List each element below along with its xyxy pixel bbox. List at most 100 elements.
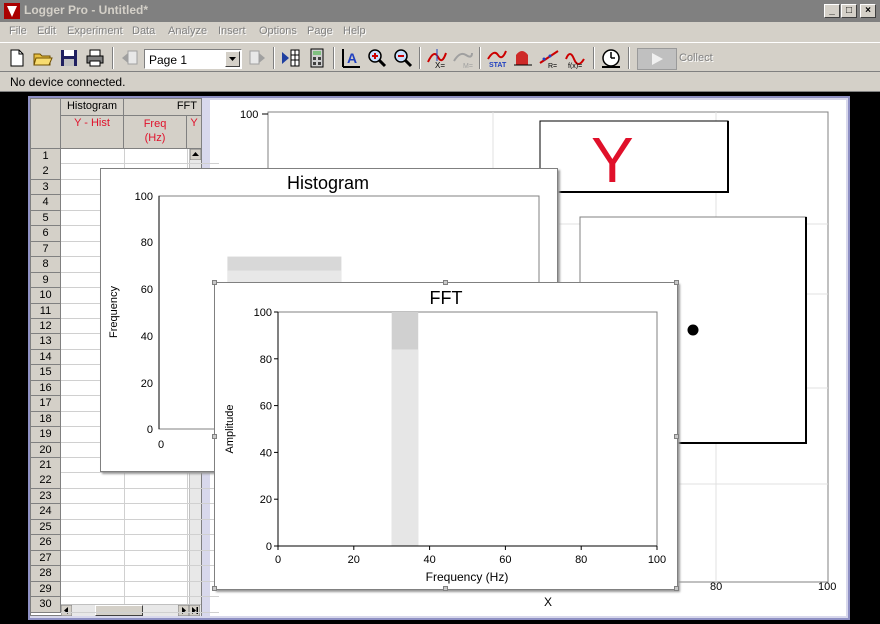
maximize-button[interactable]: □ xyxy=(841,4,857,18)
row-header[interactable]: 18 xyxy=(31,411,61,428)
row-header[interactable]: 2 xyxy=(31,164,61,180)
row-header[interactable]: 21 xyxy=(31,458,61,474)
row-header[interactable]: 4 xyxy=(31,195,61,211)
row-header[interactable]: 20 xyxy=(31,442,61,459)
row-header[interactable]: 19 xyxy=(31,427,61,443)
row-header[interactable]: 5 xyxy=(31,210,61,227)
row-header[interactable]: 16 xyxy=(31,380,61,397)
resize-handle[interactable] xyxy=(212,434,217,439)
row-header[interactable]: 8 xyxy=(31,257,61,273)
menu-insert[interactable]: Insert xyxy=(218,25,246,37)
svg-text:R=: R= xyxy=(548,63,557,69)
scroll-left-icon[interactable] xyxy=(61,605,72,616)
histogram-y-tick-60: 60 xyxy=(141,284,153,296)
chevron-down-icon[interactable] xyxy=(225,51,240,67)
scroll-right-icon[interactable] xyxy=(178,605,189,616)
menu-data[interactable]: Data xyxy=(132,25,155,37)
table-grid-line xyxy=(61,487,219,489)
resize-handle[interactable] xyxy=(443,280,448,285)
row-header[interactable]: 15 xyxy=(31,365,61,381)
toolbar-separator xyxy=(479,47,481,69)
next-page-icon[interactable] xyxy=(246,47,268,69)
menu-file[interactable]: File xyxy=(9,25,27,37)
row-header[interactable]: 10 xyxy=(31,288,61,304)
row-header[interactable]: 12 xyxy=(31,318,61,335)
previous-page-icon[interactable] xyxy=(119,47,141,69)
main-graph-data-point[interactable] xyxy=(687,324,699,336)
resize-handle[interactable] xyxy=(212,586,217,591)
new-file-icon[interactable] xyxy=(6,47,28,69)
svg-text:STAT: STAT xyxy=(489,62,507,69)
resize-handle[interactable] xyxy=(674,434,679,439)
save-disk-icon[interactable] xyxy=(58,47,80,69)
scroll-end-icon[interactable] xyxy=(189,605,200,616)
linear-fit-icon[interactable]: R= xyxy=(538,47,560,69)
menu-edit[interactable]: Edit xyxy=(37,25,56,37)
menu-experiment[interactable]: Experiment xyxy=(67,25,123,37)
row-header[interactable]: 17 xyxy=(31,396,61,412)
histogram-y-tick-40: 40 xyxy=(141,331,153,343)
column-name-y-hist: Y - Hist xyxy=(74,117,110,129)
resize-handle[interactable] xyxy=(443,586,448,591)
row-header[interactable]: 24 xyxy=(31,504,61,520)
row-header[interactable]: 7 xyxy=(31,241,61,258)
menu-analyze[interactable]: Analyze xyxy=(168,25,207,37)
menu-help[interactable]: Help xyxy=(343,25,366,37)
row-header[interactable]: 11 xyxy=(31,303,61,319)
statistics-icon[interactable]: STAT xyxy=(486,47,508,69)
minimize-button[interactable]: _ xyxy=(824,4,840,18)
table-view-icon[interactable] xyxy=(280,47,302,69)
table-grid-line xyxy=(61,596,219,598)
row-header[interactable]: 29 xyxy=(31,581,61,598)
zoom-out-icon[interactable] xyxy=(392,47,414,69)
row-header[interactable]: 23 xyxy=(31,488,61,505)
curve-fit-icon[interactable]: f(x)= xyxy=(564,47,586,69)
table-grid-line xyxy=(61,534,219,536)
row-header[interactable]: 3 xyxy=(31,179,61,196)
column-header-y-hist[interactable]: Y - Hist xyxy=(61,116,124,149)
histogram-y-tick-0: 0 xyxy=(147,424,153,436)
collect-button[interactable] xyxy=(637,48,677,70)
fft-bar xyxy=(391,349,419,546)
row-header[interactable]: 28 xyxy=(31,566,61,582)
open-folder-icon[interactable] xyxy=(32,47,54,69)
row-header[interactable]: 9 xyxy=(31,272,61,289)
main-graph-x-tick-80: 80 xyxy=(710,581,722,593)
fft-x-tick-label: 80 xyxy=(575,554,587,566)
table-group-histogram[interactable]: Histogram xyxy=(61,99,124,116)
menu-page[interactable]: Page xyxy=(307,25,333,37)
column-header-freq[interactable]: Freq (Hz) xyxy=(124,116,187,149)
data-collection-timer-icon[interactable] xyxy=(600,47,622,69)
row-header[interactable]: 26 xyxy=(31,535,61,551)
print-icon[interactable] xyxy=(84,47,106,69)
column-header-y[interactable]: Y xyxy=(187,116,202,149)
table-group-fft[interactable]: FFT xyxy=(124,99,202,116)
row-header[interactable]: 22 xyxy=(31,473,61,489)
resize-handle[interactable] xyxy=(674,280,679,285)
integral-icon[interactable] xyxy=(512,47,534,69)
tangent-icon[interactable]: M= xyxy=(452,47,474,69)
row-header[interactable]: 6 xyxy=(31,226,61,242)
row-header[interactable]: 14 xyxy=(31,349,61,366)
fft-x-label: Frequency (Hz) xyxy=(426,570,509,584)
row-header[interactable]: 27 xyxy=(31,550,61,567)
close-button[interactable]: × xyxy=(860,4,876,18)
scroll-up-icon[interactable] xyxy=(189,148,202,161)
examine-icon[interactable]: X= xyxy=(426,47,448,69)
page-select[interactable]: Page 1 xyxy=(144,49,242,69)
calculator-icon[interactable] xyxy=(306,47,328,69)
row-header[interactable]: 30 xyxy=(31,597,61,613)
row-header[interactable]: 13 xyxy=(31,334,61,350)
resize-handle[interactable] xyxy=(212,280,217,285)
row-header[interactable]: 1 xyxy=(31,149,61,165)
row-header[interactable]: 25 xyxy=(31,519,61,536)
fft-graph-window[interactable]: FFT 0 20 40 60 80 100 0 20 40 60 80 100 Amplitude F… xyxy=(212,280,679,591)
horizontal-scrollbar[interactable] xyxy=(61,604,201,616)
autoscale-icon[interactable]: A xyxy=(340,47,362,69)
zoom-in-icon[interactable] xyxy=(366,47,388,69)
horizontal-scroll-thumb[interactable] xyxy=(95,605,143,616)
menu-options[interactable]: Options xyxy=(259,25,297,37)
column-name-freq: Freq xyxy=(143,118,167,130)
fft-y-tick-label: 80 xyxy=(260,354,272,366)
resize-handle[interactable] xyxy=(674,586,679,591)
